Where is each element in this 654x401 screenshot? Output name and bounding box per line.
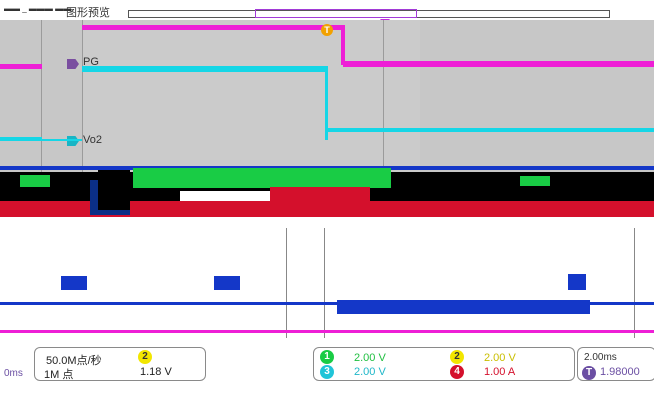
trigger-badge: T — [582, 366, 596, 380]
ch1-badge: 1 — [320, 350, 334, 364]
cyan-trace-top — [82, 66, 328, 72]
blue-pulse-1 — [61, 276, 87, 290]
ch2-badge: 2 — [138, 350, 152, 364]
cyan-trace-low — [0, 139, 82, 141]
trigger-marker-badge[interactable]: T — [321, 24, 333, 36]
mid-grid-pane — [82, 20, 420, 172]
dense-band-green-3 — [520, 176, 550, 186]
ch4-badge: 4 — [450, 365, 464, 379]
magenta-trace-mid — [82, 25, 344, 30]
ch3-scale: 2.00 V — [354, 366, 386, 378]
dense-band-green-2 — [133, 168, 391, 188]
time-scale: 2.00ms — [584, 352, 617, 363]
ch2-level: 1.18 V — [140, 366, 172, 378]
blue-pulse-3 — [568, 274, 586, 290]
ch2-scale: 2.00 V — [484, 352, 516, 364]
blue-pulse-2 — [214, 276, 240, 290]
lower-divider-3 — [634, 228, 635, 338]
dense-band-red-bar — [270, 187, 370, 202]
header-left-label: ▬▬ _ ▬▬▬ ▬▬ — [4, 4, 72, 13]
magenta-trace-left — [0, 64, 42, 69]
preview-title[interactable]: 图形预览 — [66, 4, 110, 20]
vo2-label: Vo2 — [83, 134, 102, 146]
lower-grid-pane — [0, 217, 654, 347]
ch2-settings-badge: 2 — [450, 350, 464, 364]
magenta-trace-drop — [341, 25, 345, 65]
cyan-trace-mid — [325, 128, 654, 132]
lower-divider-2 — [324, 228, 325, 338]
dense-band-green-1 — [20, 175, 50, 187]
mid-divider — [82, 20, 83, 172]
ch3-badge: 3 — [320, 365, 334, 379]
vertical-settings-box[interactable] — [313, 347, 575, 381]
time-offset: 0ms — [4, 368, 23, 379]
dense-band-black-block — [98, 170, 130, 210]
record-length: 1M 点 — [44, 369, 74, 381]
blue-block — [337, 300, 590, 314]
right-divider — [383, 20, 384, 172]
lower-divider-1 — [286, 228, 287, 338]
magenta-trace-right — [343, 61, 654, 67]
right-grid-pane — [420, 20, 654, 172]
trigger-value: 1.98000 — [600, 366, 640, 378]
ch4-scale: 1.00 A — [484, 366, 516, 378]
oscilloscope-screen: ▬▬ _ ▬▬▬ ▬▬ 图形预览 T PG Vo2 0ms 50.0M点/秒 1… — [0, 0, 654, 401]
left-divider — [41, 20, 42, 172]
ch1-scale: 2.00 V — [354, 352, 386, 364]
record-window-indicator[interactable] — [255, 9, 417, 18]
magenta-low-trace — [0, 330, 654, 333]
